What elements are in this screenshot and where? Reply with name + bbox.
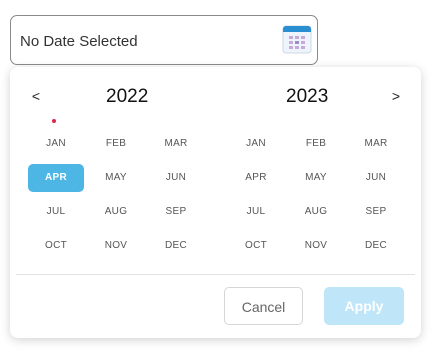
calendar-icon [282,25,312,54]
apply-button[interactable]: Apply [324,287,404,325]
right-month-jul[interactable]: JUL [228,198,284,226]
today-marker-dot [52,119,56,123]
left-month-feb[interactable]: FEB [88,130,144,158]
footer-divider [16,274,415,275]
left-month-sep[interactable]: SEP [148,198,204,226]
left-month-mar[interactable]: MAR [148,130,204,158]
left-year-title: 2022 [106,86,149,107]
right-month-feb[interactable]: FEB [288,130,344,158]
right-month-may[interactable]: MAY [288,164,344,192]
cancel-button[interactable]: Cancel [224,287,303,325]
right-month-sep[interactable]: SEP [348,198,404,226]
right-month-aug[interactable]: AUG [288,198,344,226]
month-picker-popup: < 2022 2023 > JAN FEB MAR APR MAY JUN JU… [10,67,421,338]
left-month-jan[interactable]: JAN [28,130,84,158]
right-month-jan[interactable]: JAN [228,130,284,158]
left-month-may[interactable]: MAY [88,164,144,192]
previous-year-button[interactable]: < [28,88,44,104]
left-month-jul[interactable]: JUL [28,198,84,226]
right-month-nov[interactable]: NOV [288,232,344,260]
right-month-jun[interactable]: JUN [348,164,404,192]
left-month-nov[interactable]: NOV [88,232,144,260]
right-month-apr[interactable]: APR [228,164,284,192]
next-year-button[interactable]: > [388,88,404,104]
left-month-aug[interactable]: AUG [88,198,144,226]
calendar-button[interactable] [282,24,312,54]
left-month-jun[interactable]: JUN [148,164,204,192]
left-month-apr[interactable]: APR [28,164,84,192]
left-month-dec[interactable]: DEC [148,232,204,260]
right-year-title: 2023 [286,86,329,107]
right-month-oct[interactable]: OCT [228,232,284,260]
date-input-value: No Date Selected [20,33,138,50]
date-input[interactable]: No Date Selected [10,15,318,65]
right-month-mar[interactable]: MAR [348,130,404,158]
right-month-dec[interactable]: DEC [348,232,404,260]
month-range-picker: No Date Selected < 2022 2023 > JAN FEB M… [0,0,435,361]
left-month-oct[interactable]: OCT [28,232,84,260]
